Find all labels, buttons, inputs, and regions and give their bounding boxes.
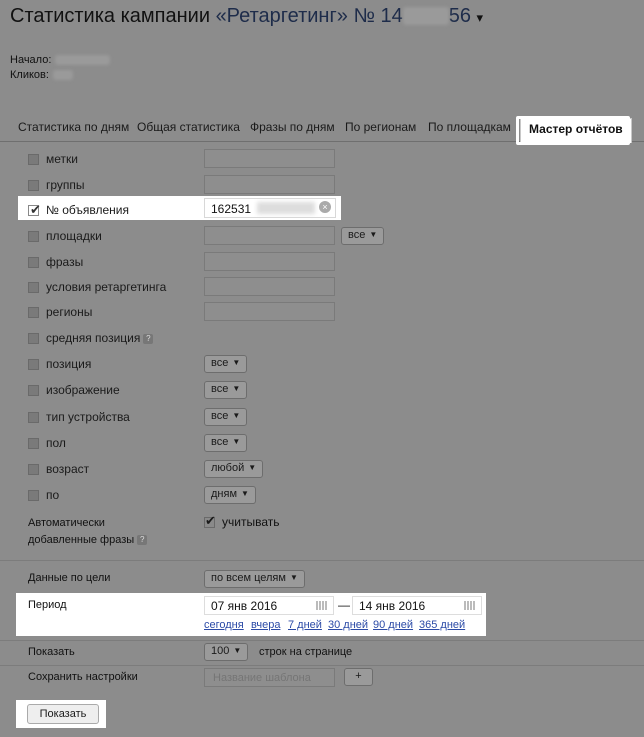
period-30days-link[interactable]: 30 дней (328, 619, 368, 631)
checkbox[interactable] (28, 307, 39, 318)
template-name-input[interactable] (204, 668, 335, 687)
auto-phrases-checkbox[interactable]: ✔ учитывать (204, 513, 279, 529)
rows-suffix: строк на странице (259, 646, 353, 658)
filter-ad-number[interactable]: ✔ № объявления (28, 202, 129, 217)
tab-highlight (516, 116, 630, 145)
filter-retargeting[interactable]: условия ретаргетинга (28, 280, 166, 294)
checkbox[interactable] (28, 231, 39, 242)
filter-regions[interactable]: регионы (28, 305, 92, 319)
save-settings-label: Сохранить настройки (28, 671, 138, 683)
tab-daily-stats[interactable]: Статистика по дням (18, 120, 129, 134)
campaign-switch-icon[interactable]: ▾ (477, 10, 484, 25)
divider (0, 560, 644, 561)
help-icon[interactable]: ? (143, 334, 154, 344)
filter-gender[interactable]: пол (28, 436, 66, 450)
page-title: Статистика кампании «Ретаргетинг» № 14 56… (10, 5, 483, 28)
checkbox[interactable] (28, 333, 39, 344)
divider (0, 640, 644, 641)
rows-per-page-select[interactable]: 100 ▼ (204, 643, 249, 661)
auto-phrases-label: Автоматически добавленные фразы? (28, 515, 148, 549)
clicks-row: Кликов: (10, 69, 73, 81)
checkbox-checked[interactable]: ✔ (28, 202, 41, 217)
checkbox[interactable] (28, 282, 39, 293)
period-yesterday-link[interactable]: вчера (251, 619, 280, 631)
checkbox[interactable] (28, 438, 39, 449)
regions-input[interactable] (204, 302, 335, 321)
help-icon[interactable]: ? (137, 535, 148, 545)
placements-select[interactable]: все ▼ (341, 227, 385, 245)
position-select[interactable]: все ▼ (204, 355, 248, 373)
calendar-icon[interactable] (316, 601, 328, 610)
age-select[interactable]: любой ▼ (204, 460, 264, 478)
retargeting-input[interactable] (204, 277, 335, 296)
checkbox[interactable] (28, 180, 39, 191)
filter-placements[interactable]: площадки (28, 229, 102, 243)
goal-label: Данные по цели (28, 572, 111, 584)
add-template-button[interactable]: + (344, 668, 373, 686)
checkbox[interactable] (28, 490, 39, 501)
title-prefix: Статистика кампании (10, 5, 210, 27)
phrases-input[interactable] (204, 252, 335, 271)
filter-groups[interactable]: группы (28, 178, 85, 192)
filter-group-by[interactable]: по (28, 488, 59, 502)
tab-placements[interactable]: По площадкам (428, 120, 511, 134)
date-to-input[interactable]: 14 янв 2016 (352, 596, 482, 615)
filter-avg-position[interactable]: средняя позиция? (28, 331, 154, 345)
device-select[interactable]: все ▼ (204, 408, 248, 426)
period-today-link[interactable]: сегодня (204, 619, 244, 631)
groups-input[interactable] (204, 175, 335, 194)
calendar-icon[interactable] (464, 601, 476, 610)
campaign-name[interactable]: «Ретаргетинг» (216, 5, 348, 27)
divider (0, 665, 644, 666)
checkbox[interactable] (28, 385, 39, 396)
rows-label: Показать (28, 646, 75, 658)
clear-icon[interactable]: × (319, 201, 331, 213)
period-90days-link[interactable]: 90 дней (373, 619, 413, 631)
tab-general-stats[interactable]: Общая статистика (137, 120, 240, 134)
period-365days-link[interactable]: 365 дней (419, 619, 465, 631)
campaign-number[interactable]: № 14 56 (353, 5, 471, 27)
period-dash: — (338, 598, 350, 612)
start-date-row: Начало: (10, 54, 111, 66)
filter-labels[interactable]: метки (28, 152, 78, 166)
image-select[interactable]: все ▼ (204, 381, 248, 399)
filter-phrases[interactable]: фразы (28, 255, 83, 269)
labels-input[interactable] (204, 149, 335, 168)
submit-button[interactable]: Показать (27, 704, 99, 724)
filter-position[interactable]: позиция (28, 357, 91, 371)
date-from-input[interactable]: 07 янв 2016 (204, 596, 334, 615)
tab-phrases-daily[interactable]: Фразы по дням (250, 120, 335, 134)
checkbox[interactable] (28, 464, 39, 475)
checkbox[interactable] (28, 412, 39, 423)
group-by-select[interactable]: дням ▼ (204, 486, 256, 504)
checkbox[interactable] (28, 154, 39, 165)
placements-input[interactable] (204, 226, 335, 245)
gender-select[interactable]: все ▼ (204, 434, 248, 452)
period-7days-link[interactable]: 7 дней (288, 619, 322, 631)
checkbox[interactable] (28, 257, 39, 268)
ad-number-input[interactable]: 162531 × (204, 198, 336, 218)
filter-device[interactable]: тип устройства (28, 410, 130, 424)
checkbox[interactable] (28, 359, 39, 370)
filter-image[interactable]: изображение (28, 383, 120, 397)
goal-select[interactable]: по всем целям ▼ (204, 570, 305, 588)
tab-regions[interactable]: По регионам (345, 120, 416, 134)
filter-age[interactable]: возраст (28, 462, 89, 476)
period-label: Период (28, 599, 67, 611)
